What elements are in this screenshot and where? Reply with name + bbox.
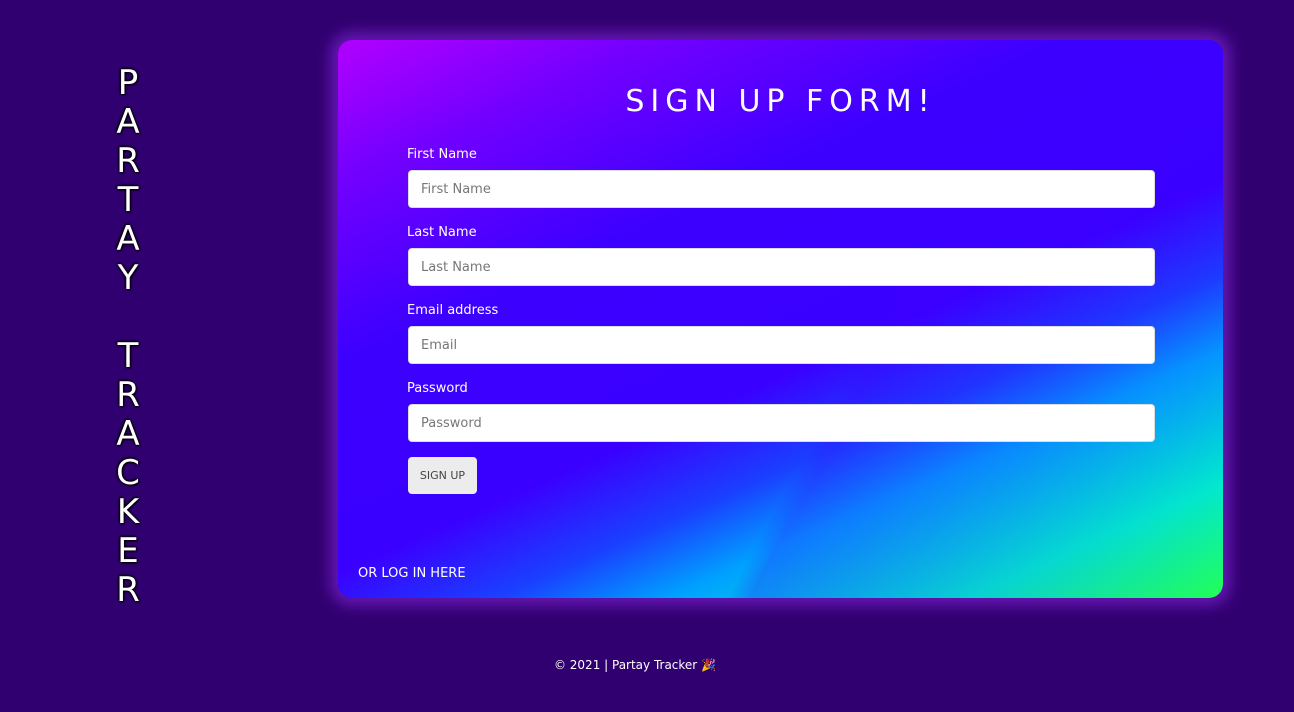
brand-letter: Y [117, 258, 139, 298]
brand-letter: K [116, 492, 140, 532]
password-input[interactable] [408, 404, 1155, 442]
email-input[interactable] [408, 326, 1155, 364]
last-name-input[interactable] [408, 248, 1155, 286]
password-label: Password [407, 381, 468, 396]
brand-letter: A [116, 102, 140, 142]
sign-up-button[interactable]: SIGN UP [408, 457, 477, 494]
brand-letter: E [117, 531, 139, 571]
email-label: Email address [407, 303, 499, 318]
footer: © 2021 | Partay Tracker 🎉 [0, 658, 1270, 672]
last-name-label: Last Name [407, 225, 477, 240]
first-name-label: First Name [407, 147, 477, 162]
brand-letter: R [116, 141, 140, 181]
brand-letter: A [116, 219, 140, 259]
footer-copyright: © 2021 | Partay Tracker [553, 658, 698, 672]
brand-letter: C [116, 453, 140, 493]
login-link[interactable]: OR LOG IN HERE [358, 566, 466, 581]
brand-vertical-title: P A R T A Y T R A C K E R [104, 64, 152, 610]
party-popper-icon: 🎉 [701, 658, 717, 672]
brand-letter: P [117, 63, 139, 103]
first-name-input[interactable] [408, 170, 1155, 208]
brand-letter: T [117, 336, 139, 376]
brand-letter: R [116, 570, 140, 610]
brand-letter: T [117, 180, 139, 220]
brand-letter: R [116, 375, 140, 415]
brand-letter: A [116, 414, 140, 454]
page-title: SIGN UP FORM! [625, 84, 936, 119]
signup-card: SIGN UP FORM! First Name Last Name Email… [338, 40, 1223, 598]
